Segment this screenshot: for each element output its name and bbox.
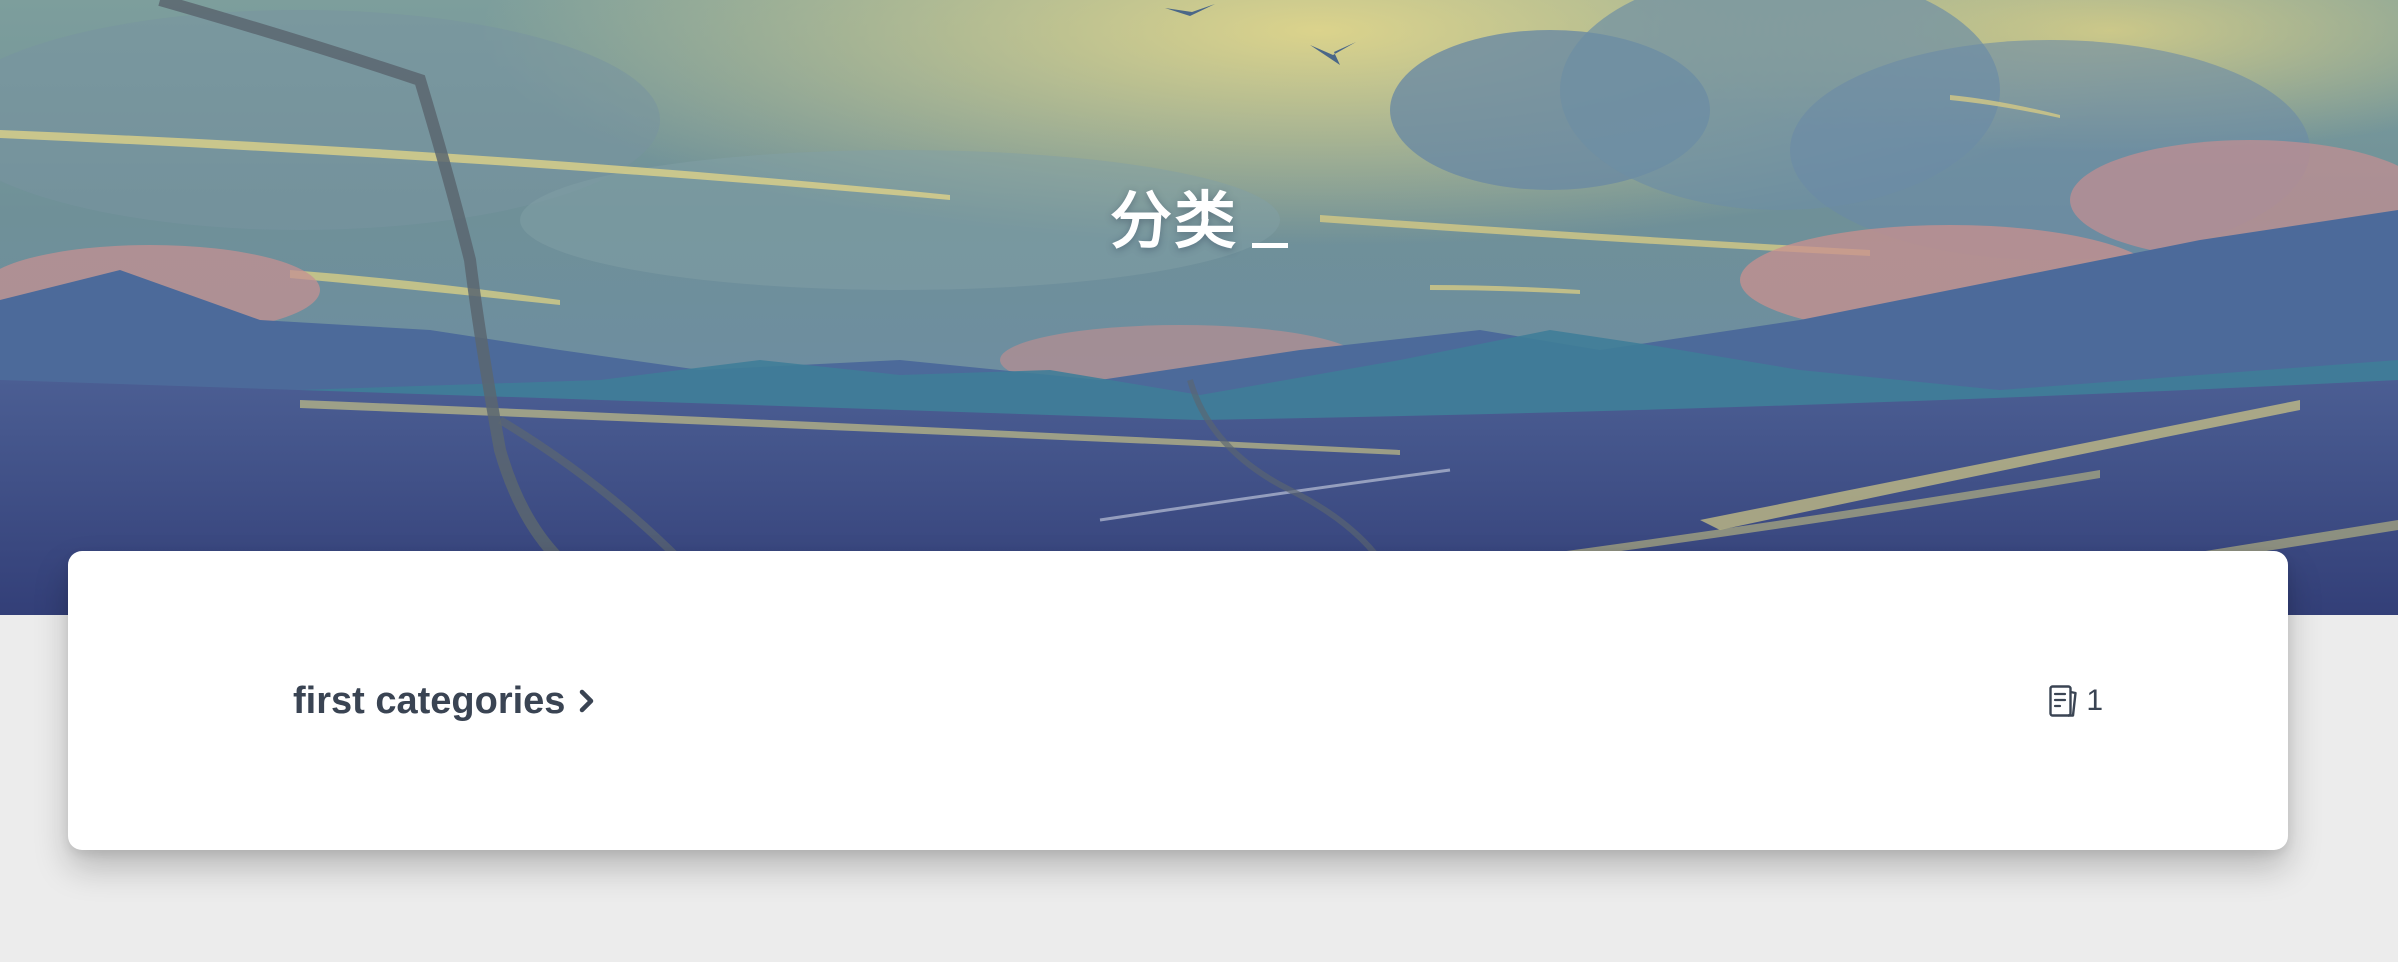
post-count-value: 1: [2086, 684, 2103, 717]
typing-cursor: [1252, 243, 1288, 248]
categories-card: first categories 1: [68, 551, 2288, 850]
category-row: first categories 1: [293, 671, 2103, 731]
document-icon: [2048, 684, 2078, 718]
hero-title: 分类: [0, 170, 2398, 260]
hero-landscape-image: [0, 0, 2398, 615]
chevron-right-icon: [579, 688, 595, 714]
hero-title-text: 分类: [1109, 184, 1238, 257]
hero-banner: 分类: [0, 0, 2398, 615]
page: 分类 first categories 1: [0, 0, 2398, 962]
post-count: 1: [2048, 684, 2103, 718]
category-label: first categories: [293, 679, 566, 722]
category-link-first-categories[interactable]: first categories: [293, 680, 595, 723]
